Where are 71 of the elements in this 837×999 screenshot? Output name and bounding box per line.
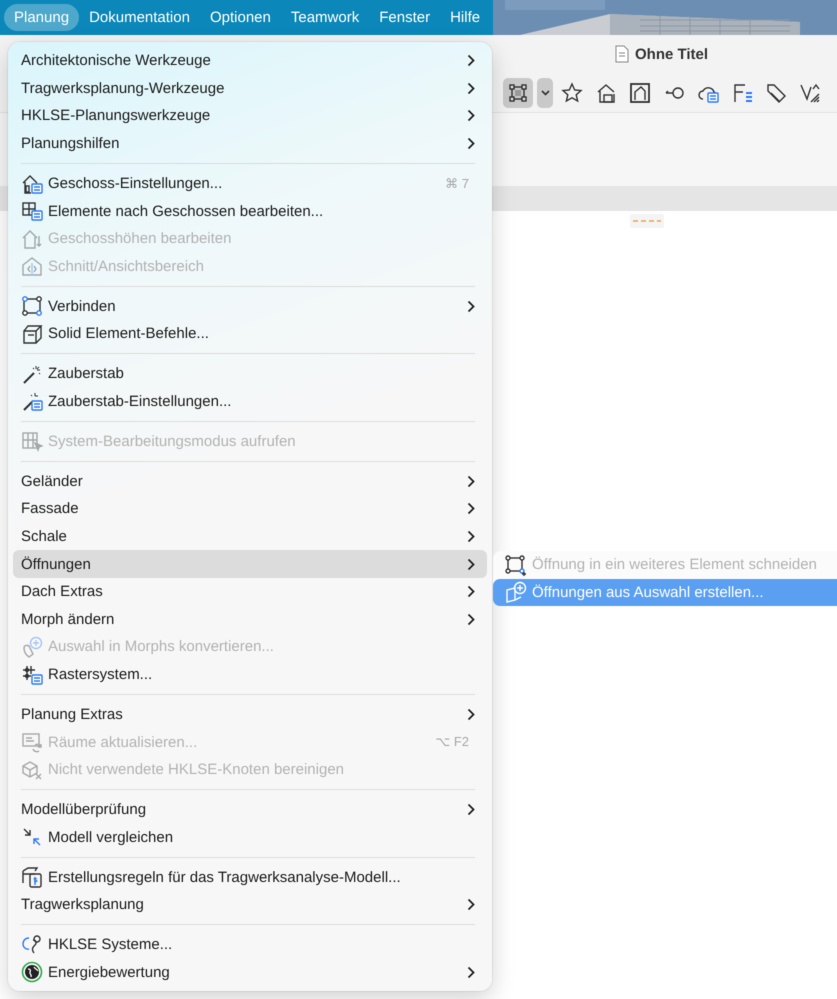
menu-item[interactable]: Schale: [13, 522, 487, 550]
globe-icon: [21, 961, 43, 984]
window-title: Ohne Titel: [635, 46, 708, 62]
menu-item[interactable]: Solid Element-Befehle...: [13, 320, 487, 348]
star-icon: [561, 82, 583, 104]
chevron-icon: [467, 585, 475, 598]
chevron-icon: [467, 109, 475, 122]
menu-item[interactable]: Zauberstab-Einstellungen...: [13, 388, 487, 416]
menu-item[interactable]: Öffnungen: [13, 550, 487, 578]
chevron-icon: [467, 966, 475, 979]
toolbar-button[interactable]: [503, 78, 533, 108]
house-icon: [595, 82, 617, 104]
cube-x-icon: [21, 758, 43, 781]
caret-icon: [540, 90, 550, 96]
shortcut-text: ⌥ F2: [435, 734, 469, 750]
grid-form-icon: [21, 200, 43, 222]
menu-item[interactable]: Erstellungsregeln für das Tragwerksanalyse-Modell...: [13, 863, 487, 892]
document-icon: [21, 866, 43, 888]
chevron-icon: [467, 708, 475, 722]
chevron-icon: [467, 137, 475, 150]
menu-item[interactable]: HKLSE Systeme...: [13, 931, 487, 959]
chevron-icon: [467, 558, 475, 571]
menu-item[interactable]: Zauberstab: [13, 360, 487, 388]
selection-frame-icon: [507, 82, 529, 104]
chevron-icon: [467, 82, 475, 95]
menu-item[interactable]: Tragwerksplanung: [13, 891, 487, 919]
menu-item[interactable]: Dach Extras: [13, 578, 487, 606]
tag-icon: [765, 82, 787, 104]
form-arrows-icon: [21, 731, 43, 754]
menu-item[interactable]: HKLSE-Planungswerkzeuge: [13, 102, 487, 130]
menu-item[interactable]: Morph ändern: [13, 606, 487, 634]
menu-item[interactable]: Architektonische Werkzeuge: [13, 47, 487, 75]
chevron-icon: [467, 300, 475, 313]
wand-form-icon: [21, 390, 43, 412]
menu-bar-item[interactable]: Teamwork: [280, 4, 370, 31]
frame-house-icon: [629, 82, 651, 104]
menu-bar-item[interactable]: Dokumentation: [79, 4, 200, 31]
chevron-icon: [467, 474, 475, 488]
chevron-icon: [467, 612, 475, 626]
box-icon: [21, 322, 43, 345]
menu-item[interactable]: Rastersystem...: [13, 660, 487, 688]
chevron-icon: [467, 898, 475, 912]
menu-item[interactable]: Planung Extras: [13, 700, 487, 728]
menu-item[interactable]: Energiebewertung: [13, 958, 487, 986]
nodes-plus-icon: [505, 554, 527, 576]
chevron-icon: [467, 803, 475, 816]
menu-item[interactable]: Fassade: [13, 495, 487, 523]
menu-item[interactable]: Geschoss-Einstellungen... ⌘ 7: [13, 170, 487, 198]
house-code-icon: [21, 255, 43, 278]
menu-item[interactable]: Modellüberprüfung: [13, 796, 487, 824]
grid-cursor-icon: [21, 430, 43, 452]
menu-item[interactable]: Modell vergleichen: [13, 823, 487, 852]
menu-bar-item[interactable]: Optionen: [200, 4, 281, 31]
menu-item[interactable]: Geländer: [13, 468, 487, 496]
menu-item[interactable]: Elemente nach Geschossen bearbeiten...: [13, 197, 487, 225]
menu-item[interactable]: Verbinden: [13, 292, 487, 320]
nodes-icon: [21, 295, 43, 318]
shape-plus-icon: [21, 636, 43, 658]
chevron-icon: [467, 530, 475, 544]
house-arrow-icon: [21, 228, 43, 250]
shape-plus-icon: [505, 581, 527, 604]
document-icon: [615, 45, 629, 63]
chevron-icon: [467, 54, 475, 68]
dropdown-button[interactable]: [537, 78, 553, 108]
shortcut-text: ⌘ 7: [445, 176, 469, 192]
house-form-icon: [21, 172, 43, 195]
chevron-icon: [467, 502, 475, 516]
pen-icon: [799, 82, 821, 104]
menu-bar-item[interactable]: Hilfe: [440, 4, 490, 31]
node-grid-icon: [21, 664, 43, 686]
menu-bar-item[interactable]: Fenster: [369, 4, 440, 31]
